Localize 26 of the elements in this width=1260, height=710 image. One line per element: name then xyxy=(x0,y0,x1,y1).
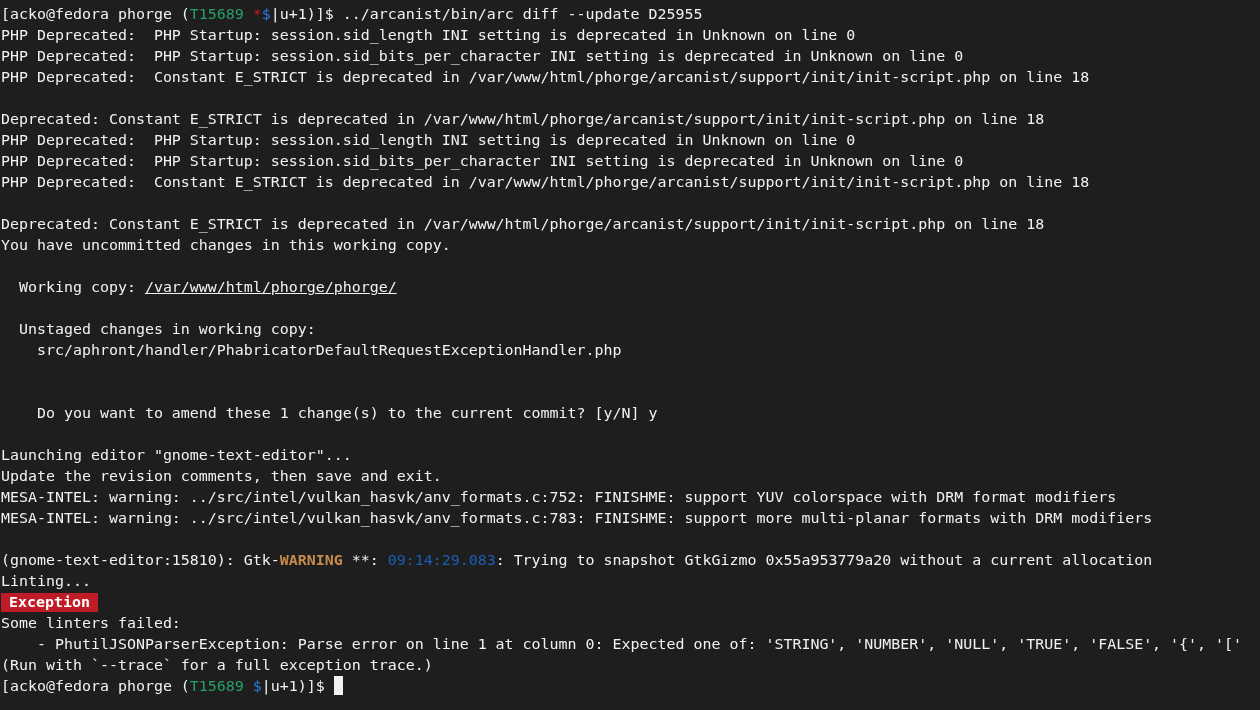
output-line: PHP Deprecated: Constant E_STRICT is deprecated in /var/www/html/phorge/arcanist/support/init/init-script.php on line 18 xyxy=(1,172,1090,193)
output-line: Some linters failed: xyxy=(1,613,181,634)
output-line: PHP Deprecated: PHP Startup: session.sid_bits_per_character INI setting is deprecated in Unknown on line 0 xyxy=(1,46,964,67)
output-line: You have uncommitted changes in this working copy. xyxy=(1,235,451,256)
output-line: PHP Deprecated: PHP Startup: session.sid_bits_per_character INI setting is deprecated in Unknown on line 0 xyxy=(1,151,964,172)
output-line: PHP Deprecated: Constant E_STRICT is deprecated in /var/www/html/phorge/arcanist/support/init/init-script.php on line 18 xyxy=(1,67,1090,88)
exception-badge: Exception xyxy=(1,593,98,612)
path-link[interactable]: /var/www/html/phorge/phorge/ xyxy=(144,278,397,296)
output-line: Update the revision comments, then save and exit. xyxy=(1,466,442,487)
output-line: Deprecated: Constant E_STRICT is deprecated in /var/www/html/phorge/arcanist/support/init/init-script.php on line 18 xyxy=(1,214,1045,235)
prompt-line: [acko@fedora phorge (T15689 $|u+1)]$ xyxy=(1,677,326,695)
output-line: Deprecated: Constant E_STRICT is deprecated in /var/www/html/phorge/arcanist/support/init/init-script.php on line 18 xyxy=(1,109,1045,130)
output-line: MESA-INTEL: warning: ../src/intel/vulkan_hasvk/anv_formats.c:752: FINISHME: support YUV colorspace with DRM format modifiers xyxy=(1,487,1117,508)
output-line: Linting... xyxy=(1,571,91,592)
output-line: Working copy: /var/www/html/phorge/phorge/ xyxy=(18,277,397,298)
output-line: src/aphront/handler/PhabricatorDefaultRequestExceptionHandler.php xyxy=(35,340,622,361)
output-line: (Run with `--trace` for a full exception trace.) xyxy=(1,655,433,676)
output-line: PHP Deprecated: PHP Startup: session.sid_length INI setting is deprecated in Unknown on line 0 xyxy=(1,130,856,151)
output-line: PHP Deprecated: PHP Startup: session.sid_length INI setting is deprecated in Unknown on line 0 xyxy=(1,25,856,46)
output-line: - PhutilJSONParserException: Parse error on line 1 at column 0: Expected one of: 'STRING', 'NUMBER', 'NULL', 'TRUE', 'FALSE', '{', '[' xyxy=(35,634,1243,655)
output-line: Launching editor "gnome-text-editor"... xyxy=(1,445,352,466)
output-line: Unstaged changes in working copy: xyxy=(18,319,316,340)
output-line: Do you want to amend these 1 change(s) to the current commit? [y/N] y xyxy=(35,403,658,424)
output-line: MESA-INTEL: warning: ../src/intel/vulkan_hasvk/anv_formats.c:783: FINISHME: support more multi-planar formats with DRM modifiers xyxy=(1,508,1153,529)
prompt-line: [acko@fedora phorge (T15689 *$|u+1)]$ ../arcanist/bin/arc diff --update D25955 xyxy=(1,4,703,25)
output-line: (gnome-text-editor:15810): Gtk-WARNING **: 09:14:29.083: Trying to snapshot GtkGizmo 0x55a953779a20 without a current allocation xyxy=(1,550,1153,571)
